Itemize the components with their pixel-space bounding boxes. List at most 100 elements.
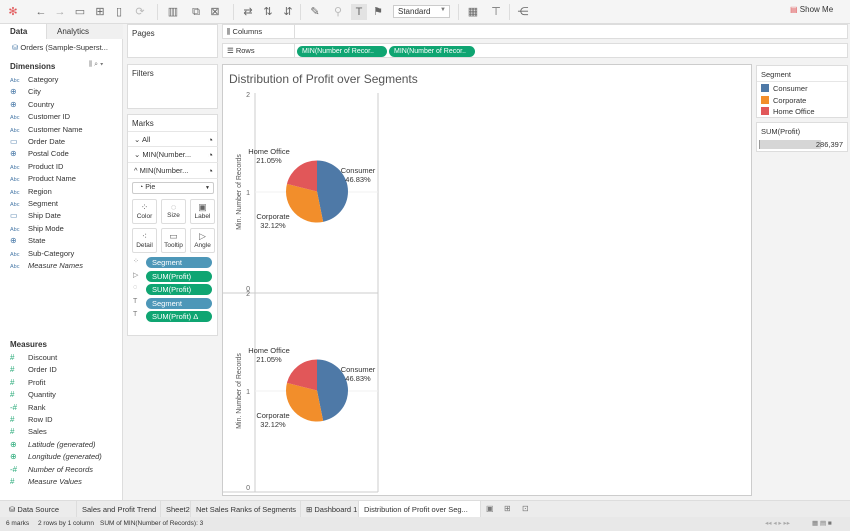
search-icon[interactable]: ⫼ ⌕ ▾ <box>89 61 103 69</box>
marks-card-min-1[interactable]: ⌄ MIN(Number... ◔ <box>128 147 218 163</box>
size-icon: ◌ <box>133 284 138 291</box>
slice-percent-label: 32.12% <box>260 221 286 230</box>
sheet-tab[interactable]: Distribution of Profit over Seg... <box>359 501 481 518</box>
field-item[interactable]: Abc Product ID <box>0 161 63 173</box>
new-dashboard-icon[interactable]: ⊞ <box>504 504 511 513</box>
angle-button[interactable]: ▷ Angle <box>190 228 215 253</box>
field-item[interactable]: Abc Category <box>0 74 58 86</box>
marks-pill[interactable]: SUM(Profit) Δ <box>146 311 212 322</box>
field-item[interactable]: ⊕ Longitude (generated) <box>0 451 102 463</box>
slice-name-label: Corporate <box>256 411 289 420</box>
new-story-icon[interactable]: ⊡ <box>522 504 529 513</box>
pause-updates-icon[interactable]: ▯ <box>111 4 127 20</box>
legend-item[interactable]: Corporate <box>761 95 806 105</box>
sheet-tab[interactable]: ⛁ Data Source <box>4 501 77 518</box>
presentation-icon[interactable]: ⊤ <box>488 4 504 20</box>
color-button[interactable]: ⁘ Color <box>132 199 157 224</box>
share-icon[interactable]: ⋲ <box>515 4 531 20</box>
field-item[interactable]: Abc Product Name <box>0 173 76 185</box>
marks-card-min-2[interactable]: ^ MIN(Number... ◔ <box>128 163 218 179</box>
show-labels-icon[interactable]: T <box>351 4 367 20</box>
marks-pill[interactable]: Segment <box>146 297 212 309</box>
detail-button[interactable]: ⁖ Detail <box>132 228 157 253</box>
view-mode-icon[interactable]: ▦ ▤ ■ <box>812 517 832 531</box>
tooltip-button[interactable]: ▭ Tooltip <box>161 228 186 253</box>
sheet-tab[interactable]: ⊞ Dashboard 1 <box>301 501 359 518</box>
field-item[interactable]: # Sales <box>0 426 47 438</box>
show-me-button[interactable]: ▤ Show Me <box>790 5 833 14</box>
marks-pill[interactable]: SUM(Profit) <box>146 270 212 282</box>
view-size-select[interactable]: Standard ▼ <box>393 5 450 18</box>
row-pill[interactable]: MIN(Number of Recor.. <box>297 46 387 57</box>
field-label: Sales <box>28 427 47 437</box>
tab-analytics[interactable]: Analytics <box>46 24 123 39</box>
calendar-icon: ▭ <box>10 211 18 221</box>
marks-pill[interactable]: SUM(Profit) <box>146 284 212 295</box>
pages-shelf[interactable]: Pages <box>127 24 218 58</box>
field-item[interactable]: ▭ Order Date <box>0 136 65 148</box>
page-nav-icon[interactable]: ◂◂ ◂ ▸ ▸▸ <box>765 517 790 531</box>
chevron-down-icon: ▼ <box>205 185 210 191</box>
new-datasource-icon[interactable]: ⊞ <box>92 4 108 20</box>
field-item[interactable]: # Order ID <box>0 364 57 376</box>
field-item[interactable]: # Measure Values <box>0 476 82 488</box>
marks-card-label: MIN(Number... <box>142 150 192 159</box>
rows-shelf[interactable]: ☰ Rows MIN(Number of Recor.. MIN(Number … <box>222 43 848 58</box>
field-item[interactable]: Abc Measure Names <box>0 260 83 272</box>
field-item[interactable]: -# Rank <box>0 402 46 414</box>
cards-icon[interactable]: ▦ <box>465 4 481 20</box>
field-label: Latitude (generated) <box>28 439 96 449</box>
sheet-tab[interactable]: Sheet2 <box>161 501 191 518</box>
sort-descending-icon[interactable]: ⇵ <box>280 4 296 20</box>
legend-item[interactable]: Consumer <box>761 84 808 93</box>
legend-swatch <box>761 95 769 104</box>
field-item[interactable]: ⊕ Postal Code <box>0 148 69 160</box>
field-item[interactable]: Abc Customer Name <box>0 124 83 136</box>
new-worksheet-icon[interactable]: ▥ <box>165 4 181 20</box>
back-icon[interactable]: ← <box>33 4 49 20</box>
size-button[interactable]: ◌ Size <box>161 199 186 224</box>
filters-shelf[interactable]: Filters <box>127 64 218 109</box>
field-item[interactable]: Abc Ship Mode <box>0 223 64 235</box>
sort-ascending-icon[interactable]: ⇅ <box>260 4 276 20</box>
highlight-icon[interactable]: ✎ <box>307 4 323 20</box>
marks-pill[interactable]: Segment <box>146 257 212 268</box>
save-icon[interactable]: ▭ <box>72 4 88 20</box>
row-pill[interactable]: MIN(Number of Recor.. <box>389 46 475 57</box>
size-legend-value: 286,397 <box>815 140 843 149</box>
group-icon[interactable]: ⚲ <box>330 4 346 20</box>
sheet-tab[interactable]: Net Sales Ranks of Segments <box>191 501 301 518</box>
field-item[interactable]: ⊕ Country <box>0 99 54 111</box>
field-item[interactable]: Abc Customer ID <box>0 111 70 123</box>
field-item[interactable]: ⊕ State <box>0 235 46 247</box>
field-item[interactable]: ⊕ Latitude (generated) <box>0 439 96 451</box>
duplicate-icon[interactable]: ⧉ <box>188 4 204 20</box>
columns-shelf[interactable]: ⫼ Columns <box>222 24 848 39</box>
field-item[interactable]: Abc Region <box>0 186 52 198</box>
sheet-tab[interactable]: Sales and Profit Trend <box>77 501 161 518</box>
string-type-icon: Abc <box>10 164 20 171</box>
datasource-item[interactable]: ⛁ Orders (Sample-Superst... <box>12 43 108 52</box>
field-label: Order ID <box>28 365 57 375</box>
field-item[interactable]: # Profit <box>0 377 46 389</box>
field-item[interactable]: -# Number of Records <box>0 464 93 476</box>
refresh-icon[interactable]: ⟳ <box>132 4 148 20</box>
marks-card-all[interactable]: ⌄ All ◔ <box>128 131 218 147</box>
forward-icon[interactable]: → <box>52 4 68 20</box>
clear-sheet-icon[interactable]: ⊠ <box>207 4 223 20</box>
field-item[interactable]: Abc Segment <box>0 198 58 210</box>
tableau-logo-icon[interactable]: ✻ <box>5 4 21 20</box>
label-button[interactable]: ▣ Label <box>190 199 215 224</box>
field-item[interactable]: # Discount <box>0 352 57 364</box>
legend-item[interactable]: Home Office <box>761 107 815 116</box>
new-worksheet-icon[interactable]: ▣ <box>486 504 494 513</box>
field-item[interactable]: Abc Sub-Category <box>0 248 74 260</box>
mark-type-select[interactable]: ◔ Pie ▼ <box>132 182 214 194</box>
field-item[interactable]: ⊕ City <box>0 86 41 98</box>
field-item[interactable]: # Quantity <box>0 389 56 401</box>
tab-data[interactable]: Data <box>0 24 46 39</box>
field-item[interactable]: ▭ Ship Date <box>0 210 61 222</box>
swap-icon[interactable]: ⇄ <box>240 4 256 20</box>
field-item[interactable]: # Row ID <box>0 414 53 426</box>
pin-icon[interactable]: ⚑ <box>370 4 386 20</box>
